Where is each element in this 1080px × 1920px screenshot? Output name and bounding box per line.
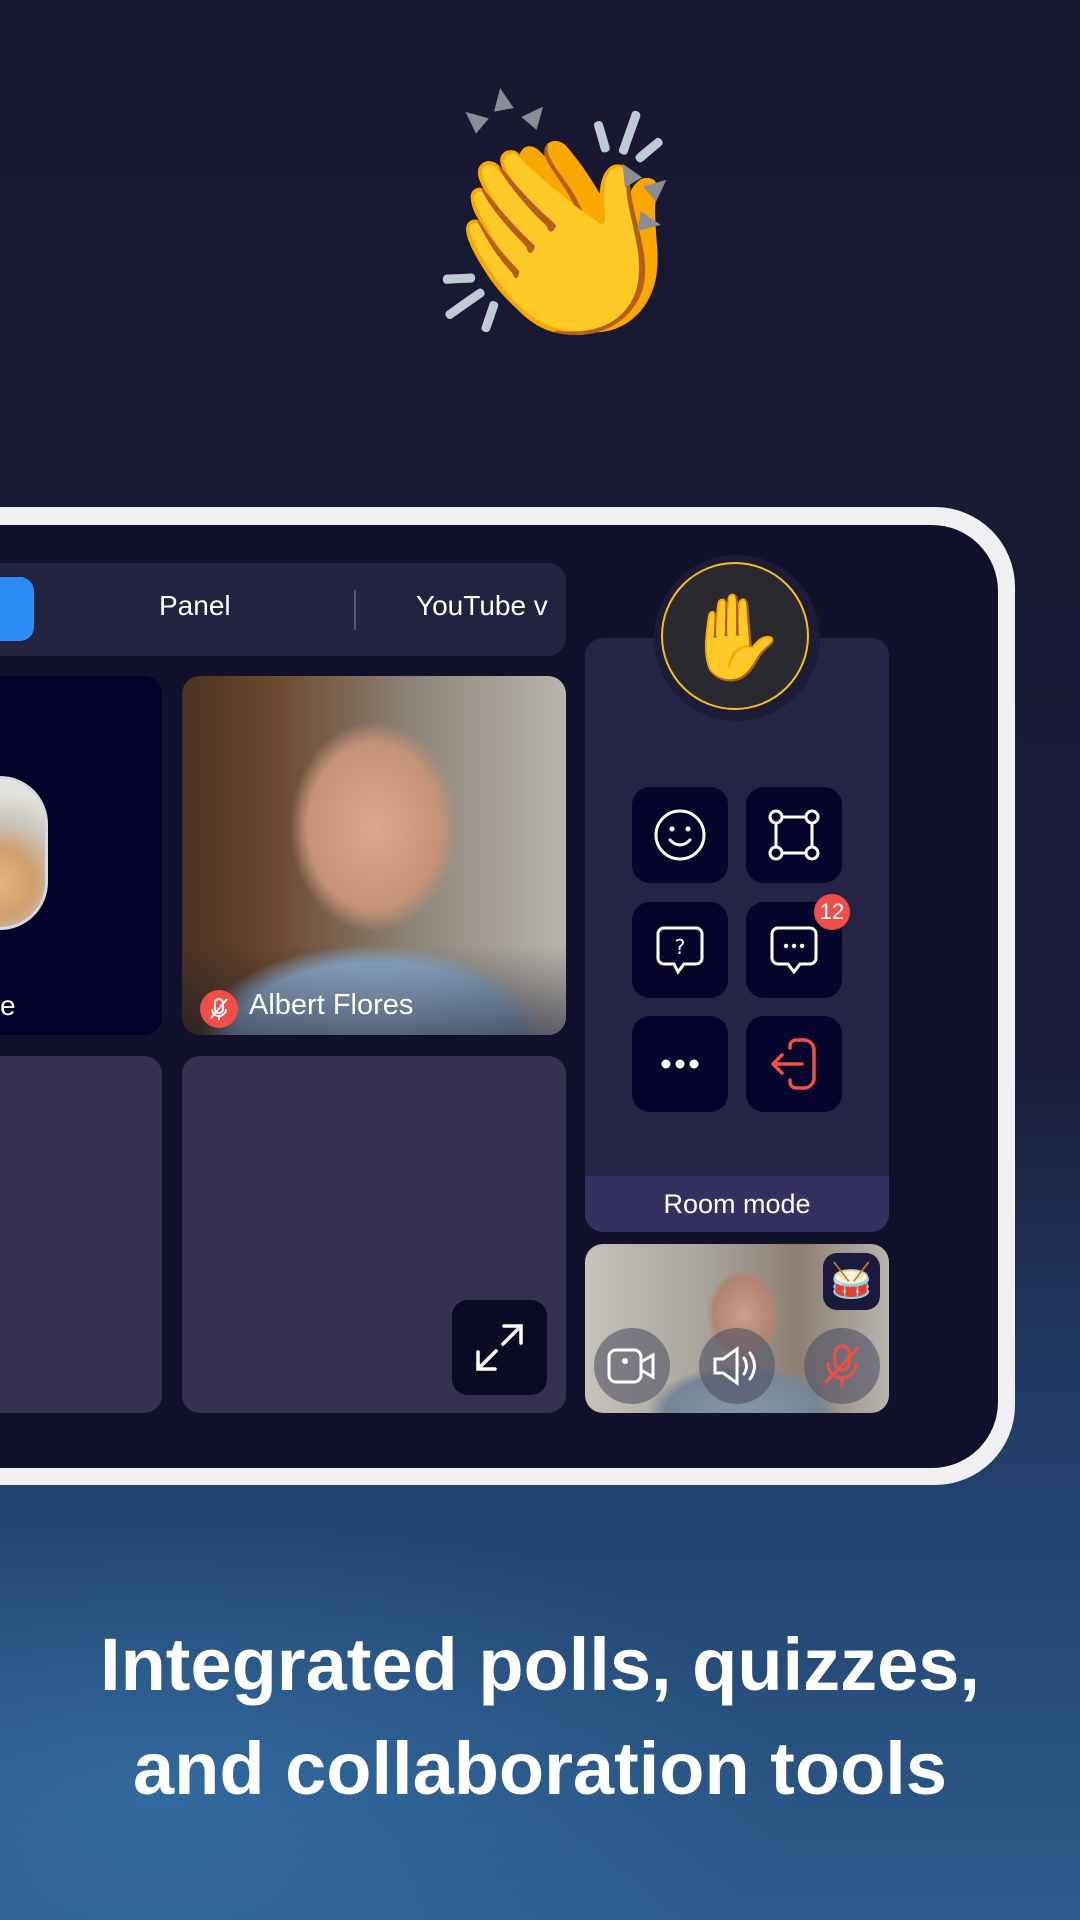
tab-active[interactable] bbox=[0, 577, 34, 641]
expand-button[interactable] bbox=[452, 1300, 547, 1395]
tab-divider bbox=[354, 590, 356, 630]
svg-text:?: ? bbox=[675, 935, 686, 959]
mic-off-icon bbox=[824, 1344, 860, 1388]
side-panel: Room mode bbox=[585, 638, 889, 1232]
reactions-button[interactable] bbox=[632, 787, 728, 883]
exit-icon bbox=[771, 1038, 816, 1090]
chat-badge: 12 bbox=[814, 894, 850, 930]
avatar bbox=[0, 776, 48, 930]
participant-tile[interactable]: e bbox=[0, 676, 162, 1035]
headline-line-1: Integrated polls, quizzes, bbox=[100, 1623, 980, 1706]
participant-tile-video[interactable]: Albert Flores bbox=[182, 676, 566, 1035]
room-mode-button[interactable]: Room mode bbox=[585, 1176, 889, 1232]
sparkle-icon bbox=[490, 86, 514, 112]
mic-off-icon bbox=[200, 990, 238, 1028]
participant-name: e bbox=[0, 990, 16, 1021]
camera-icon bbox=[607, 1348, 655, 1384]
participant-name: Albert Flores bbox=[249, 989, 414, 1021]
chat-icon bbox=[770, 926, 818, 975]
sparkle-icon bbox=[637, 211, 663, 235]
layout-button[interactable] bbox=[746, 787, 842, 883]
camera-button[interactable] bbox=[594, 1328, 670, 1404]
question-button[interactable]: ? bbox=[632, 902, 728, 998]
raise-hand-button[interactable]: ✋ bbox=[661, 562, 809, 710]
headline-line-2: and collaboration tools bbox=[132, 1727, 948, 1810]
tab-panel[interactable]: Panel bbox=[159, 590, 231, 622]
background-glow bbox=[0, 1500, 800, 1920]
mic-toggle-button[interactable] bbox=[804, 1328, 880, 1404]
more-button[interactable] bbox=[632, 1016, 728, 1112]
more-icon bbox=[661, 1059, 699, 1069]
drum-button[interactable]: 🥁 bbox=[823, 1253, 880, 1310]
speaker-icon bbox=[713, 1346, 756, 1386]
question-icon: ? bbox=[656, 926, 704, 975]
empty-tile bbox=[0, 1056, 162, 1413]
leave-button[interactable] bbox=[746, 1016, 842, 1112]
tab-youtube[interactable]: YouTube v bbox=[416, 590, 548, 622]
expand-icon bbox=[476, 1324, 523, 1371]
layout-icon bbox=[768, 809, 820, 861]
self-view: 🥁 bbox=[585, 1244, 889, 1413]
smile-icon bbox=[654, 809, 706, 861]
speaker-button[interactable] bbox=[699, 1328, 775, 1404]
